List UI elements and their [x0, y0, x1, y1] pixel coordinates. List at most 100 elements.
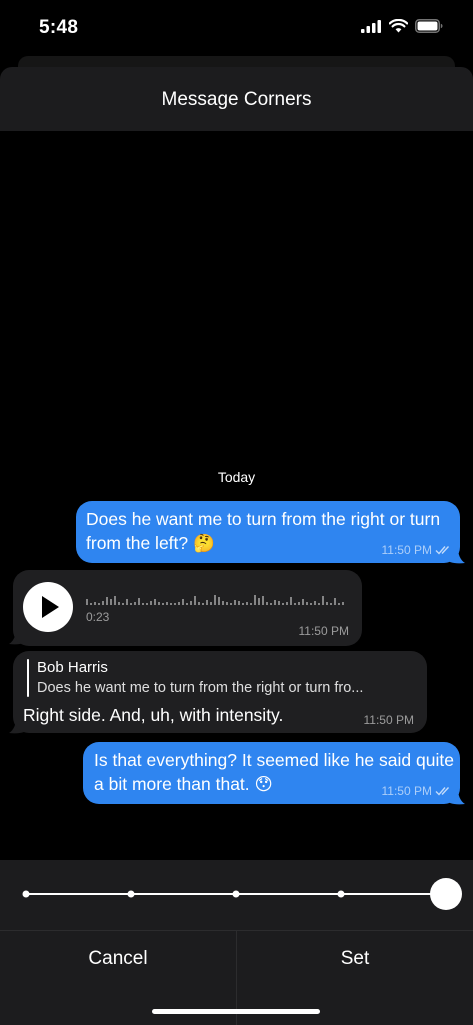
waveform-bar	[290, 597, 292, 605]
waveform-bar	[94, 602, 96, 605]
waveform-bar	[254, 595, 256, 605]
waveform-bar	[118, 602, 120, 605]
slider-thumb	[430, 878, 462, 910]
waveform-bar	[134, 602, 136, 605]
waveform-bar	[154, 599, 156, 605]
waveform-bar	[122, 603, 124, 605]
message-meta: 11:50 PM	[364, 713, 414, 727]
slider-stop	[337, 890, 345, 898]
incoming-voice-message[interactable]: 0:23 11:50 PM	[13, 570, 362, 646]
waveform-bar	[146, 603, 148, 605]
waveform-bar	[226, 602, 228, 605]
waveform-bar	[206, 600, 208, 605]
status-time: 5:48	[39, 17, 79, 38]
waveform-bar	[302, 599, 304, 605]
message-time: 11:50 PM	[363, 713, 414, 727]
slider-track[interactable]	[0, 860, 473, 930]
wifi-icon	[389, 19, 408, 33]
waveform-bar	[338, 603, 340, 605]
chat-preview: Today Does he want me to turn from the r…	[0, 131, 473, 860]
waveform-bar	[178, 602, 180, 605]
waveform-bar	[342, 602, 344, 605]
waveform-bar	[158, 602, 160, 605]
waveform-bar	[278, 601, 280, 605]
waveform-bar	[266, 602, 268, 605]
waveform-bar	[234, 600, 236, 605]
waveform-bar	[230, 603, 232, 605]
date-label: Today	[217, 469, 256, 485]
waveform-bar	[182, 599, 184, 605]
waveform-bar	[98, 603, 100, 605]
cancel-button[interactable]: Cancel	[0, 931, 236, 987]
waveform-bar	[306, 602, 308, 605]
set-button[interactable]: Set	[237, 931, 473, 987]
home-indicator	[152, 1009, 320, 1014]
waveform-bar	[326, 602, 328, 605]
outgoing-message[interactable]: Does he want me to turn from the right o…	[76, 501, 460, 563]
outgoing-message[interactable]: Is that everything? It seemed like he sa…	[83, 742, 460, 804]
reply-quote-bar	[27, 659, 29, 697]
status-icons	[361, 19, 443, 33]
message-meta: 11:50 PM	[382, 784, 452, 798]
waveform-bar	[318, 603, 320, 605]
message-meta: 11:50 PM	[299, 624, 349, 638]
waveform-bar	[166, 602, 168, 605]
double-check-icon	[435, 546, 450, 555]
status-bar: 5:48	[0, 0, 473, 56]
waveform-bar	[194, 596, 196, 605]
slider-stop	[127, 890, 135, 898]
waveform-bar	[238, 601, 240, 605]
waveform-bar	[286, 602, 288, 605]
message-time: 11:50 PM	[381, 784, 432, 798]
waveform-bar	[298, 602, 300, 605]
waveform-bar	[270, 603, 272, 605]
waveform-bar	[174, 603, 176, 605]
slider-stop	[232, 890, 240, 898]
voice-waveform[interactable]	[86, 591, 346, 605]
waveform-bar	[210, 602, 212, 605]
corner-radius-slider[interactable]	[0, 860, 473, 930]
waveform-bar	[310, 603, 312, 605]
waveform-bar	[150, 601, 152, 605]
battery-icon	[415, 19, 443, 33]
waveform-bar	[126, 599, 128, 605]
play-button[interactable]	[23, 582, 73, 632]
waveform-bar	[186, 603, 188, 605]
waveform-bar	[198, 602, 200, 605]
waveform-bar	[258, 598, 260, 605]
message-text: Right side. And, uh, with intensity.	[23, 705, 284, 725]
waveform-bar	[214, 595, 216, 605]
reply-author[interactable]: Bob Harris	[37, 659, 108, 676]
waveform-bar	[314, 601, 316, 605]
incoming-reply-message[interactable]: Bob Harris Does he want me to turn from …	[13, 651, 427, 733]
sheet-header: Message Corners	[0, 67, 473, 132]
waveform-bar	[130, 603, 132, 605]
reply-snippet[interactable]: Does he want me to turn from the right o…	[37, 680, 363, 696]
waveform-bar	[138, 598, 140, 605]
waveform-bar	[242, 603, 244, 605]
waveform-bar	[170, 603, 172, 605]
waveform-bar	[142, 603, 144, 605]
waveform-bar	[250, 603, 252, 605]
waveform-bar	[202, 603, 204, 605]
double-check-icon	[435, 787, 450, 796]
message-time: 11:50 PM	[381, 543, 432, 557]
waveform-bar	[162, 603, 164, 605]
waveform-bar	[246, 602, 248, 605]
waveform-bar	[334, 598, 336, 605]
waveform-bar	[110, 599, 112, 605]
waveform-bar	[282, 603, 284, 605]
message-time: 11:50 PM	[298, 624, 349, 638]
waveform-bar	[322, 596, 324, 605]
waveform-bar	[294, 603, 296, 605]
waveform-bar	[218, 597, 220, 605]
slider-stop	[22, 890, 30, 898]
voice-duration: 0:23	[86, 610, 110, 624]
page-title: Message Corners	[161, 89, 312, 110]
signal-bars-icon	[361, 19, 381, 33]
waveform-bar	[90, 603, 92, 605]
waveform-bar	[274, 600, 276, 605]
play-icon	[42, 596, 59, 618]
waveform-bar	[262, 596, 264, 605]
waveform-bar	[102, 601, 104, 605]
